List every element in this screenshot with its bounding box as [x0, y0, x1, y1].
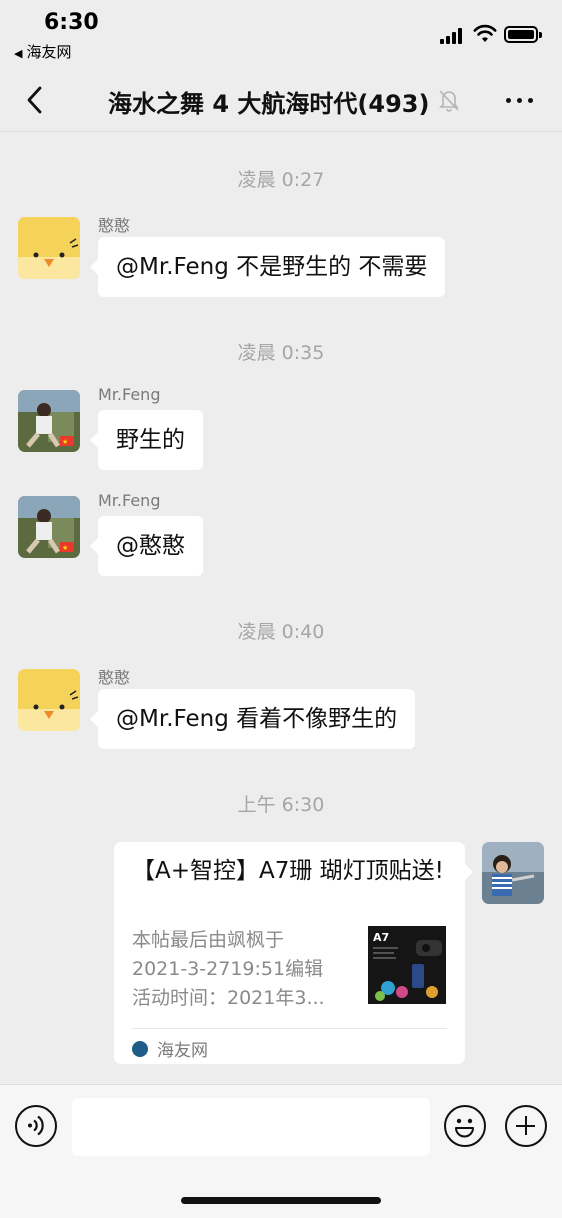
message-bubble[interactable]: 野生的: [90, 410, 203, 470]
chick-avatar-icon: [18, 669, 80, 731]
link-card-source-label: 海友网: [157, 1041, 208, 1061]
sender-name: Mr.Feng: [98, 491, 161, 510]
back-app-label: 海友网: [26, 43, 72, 61]
message-timestamp: 凌晨 0:35: [237, 342, 325, 364]
voice-icon: [28, 1115, 44, 1136]
link-card-desc-line: 活动时间：2021年3...: [132, 987, 325, 1009]
avatar-self[interactable]: [482, 842, 544, 904]
message-bubble[interactable]: @憨憨: [90, 516, 203, 576]
message-bubble[interactable]: @Mr.Feng 看着不像野生的: [89, 689, 416, 749]
sender-name: Mr.Feng: [98, 385, 161, 404]
person-photo-avatar-icon: ★: [18, 496, 80, 558]
source-logo-icon: [132, 1040, 148, 1057]
chat-header: 海水之舞 4 大航海时代(493): [0, 70, 562, 132]
message-timestamp: 凌晨 0:27: [237, 169, 325, 191]
sender-name: 憨憨: [98, 668, 131, 687]
child-photo-avatar-icon: [482, 842, 544, 904]
back-arrow-icon[interactable]: [18, 82, 54, 118]
status-time: 6:30: [44, 10, 99, 35]
sender-name: 憨憨: [98, 216, 131, 235]
home-indicator[interactable]: [181, 1197, 381, 1204]
more-functions-button[interactable]: [505, 1105, 547, 1147]
link-card[interactable]: 【A+智控】A7珊 瑚灯顶贴送! 本帖最后由飒枫于 2021-3-2719:51…: [114, 842, 473, 1064]
link-card-description: 本帖最后由飒枫于 2021-3-2719:51编辑 活动时间：2021年3...: [132, 926, 354, 1013]
link-card-desc-line: 本帖最后由飒枫于: [132, 929, 285, 951]
more-options-button[interactable]: [500, 84, 540, 114]
avatar-mrfeng[interactable]: ★: [18, 496, 80, 558]
person-photo-avatar-icon: ★: [18, 390, 80, 452]
status-bar: 6:30 ◀ 海友网: [0, 0, 562, 70]
svg-text:★: ★: [62, 544, 68, 552]
wifi-icon: [473, 24, 497, 42]
message-input[interactable]: [72, 1098, 430, 1156]
link-card-desc-line: 2021-3-2719:51编辑: [132, 958, 324, 980]
chick-avatar-icon: [18, 217, 80, 279]
emoji-button[interactable]: [444, 1105, 486, 1147]
thumb-label: A7: [373, 931, 389, 944]
message-bubble[interactable]: @Mr.Feng 不是野生的 不需要: [89, 237, 446, 297]
avatar-mrfeng[interactable]: ★: [18, 390, 80, 452]
signal-icon: [440, 28, 466, 44]
battery-icon: [504, 26, 542, 43]
message-timestamp: 上午 6:30: [237, 794, 325, 816]
avatar-hanhan[interactable]: [18, 217, 80, 279]
link-card-thumbnail: A7: [368, 926, 446, 1004]
link-card-title: 【A+智控】A7珊 瑚灯顶贴送!: [132, 858, 444, 884]
mute-bell-icon: [439, 90, 459, 112]
chat-title: 海水之舞 4 大航海时代(493): [108, 90, 430, 118]
emoji-icon: [455, 1118, 474, 1138]
avatar-hanhan[interactable]: [18, 669, 80, 731]
more-dots-icon: [506, 98, 511, 103]
back-to-app-link[interactable]: ◀ 海友网: [14, 41, 71, 62]
message-timestamp: 凌晨 0:40: [237, 621, 325, 643]
svg-text:★: ★: [62, 438, 68, 446]
link-card-source: 海友网: [132, 1036, 208, 1061]
back-triangle-icon: ◀: [14, 47, 23, 60]
voice-input-button[interactable]: [15, 1105, 57, 1147]
link-card-divider: [132, 1028, 447, 1029]
